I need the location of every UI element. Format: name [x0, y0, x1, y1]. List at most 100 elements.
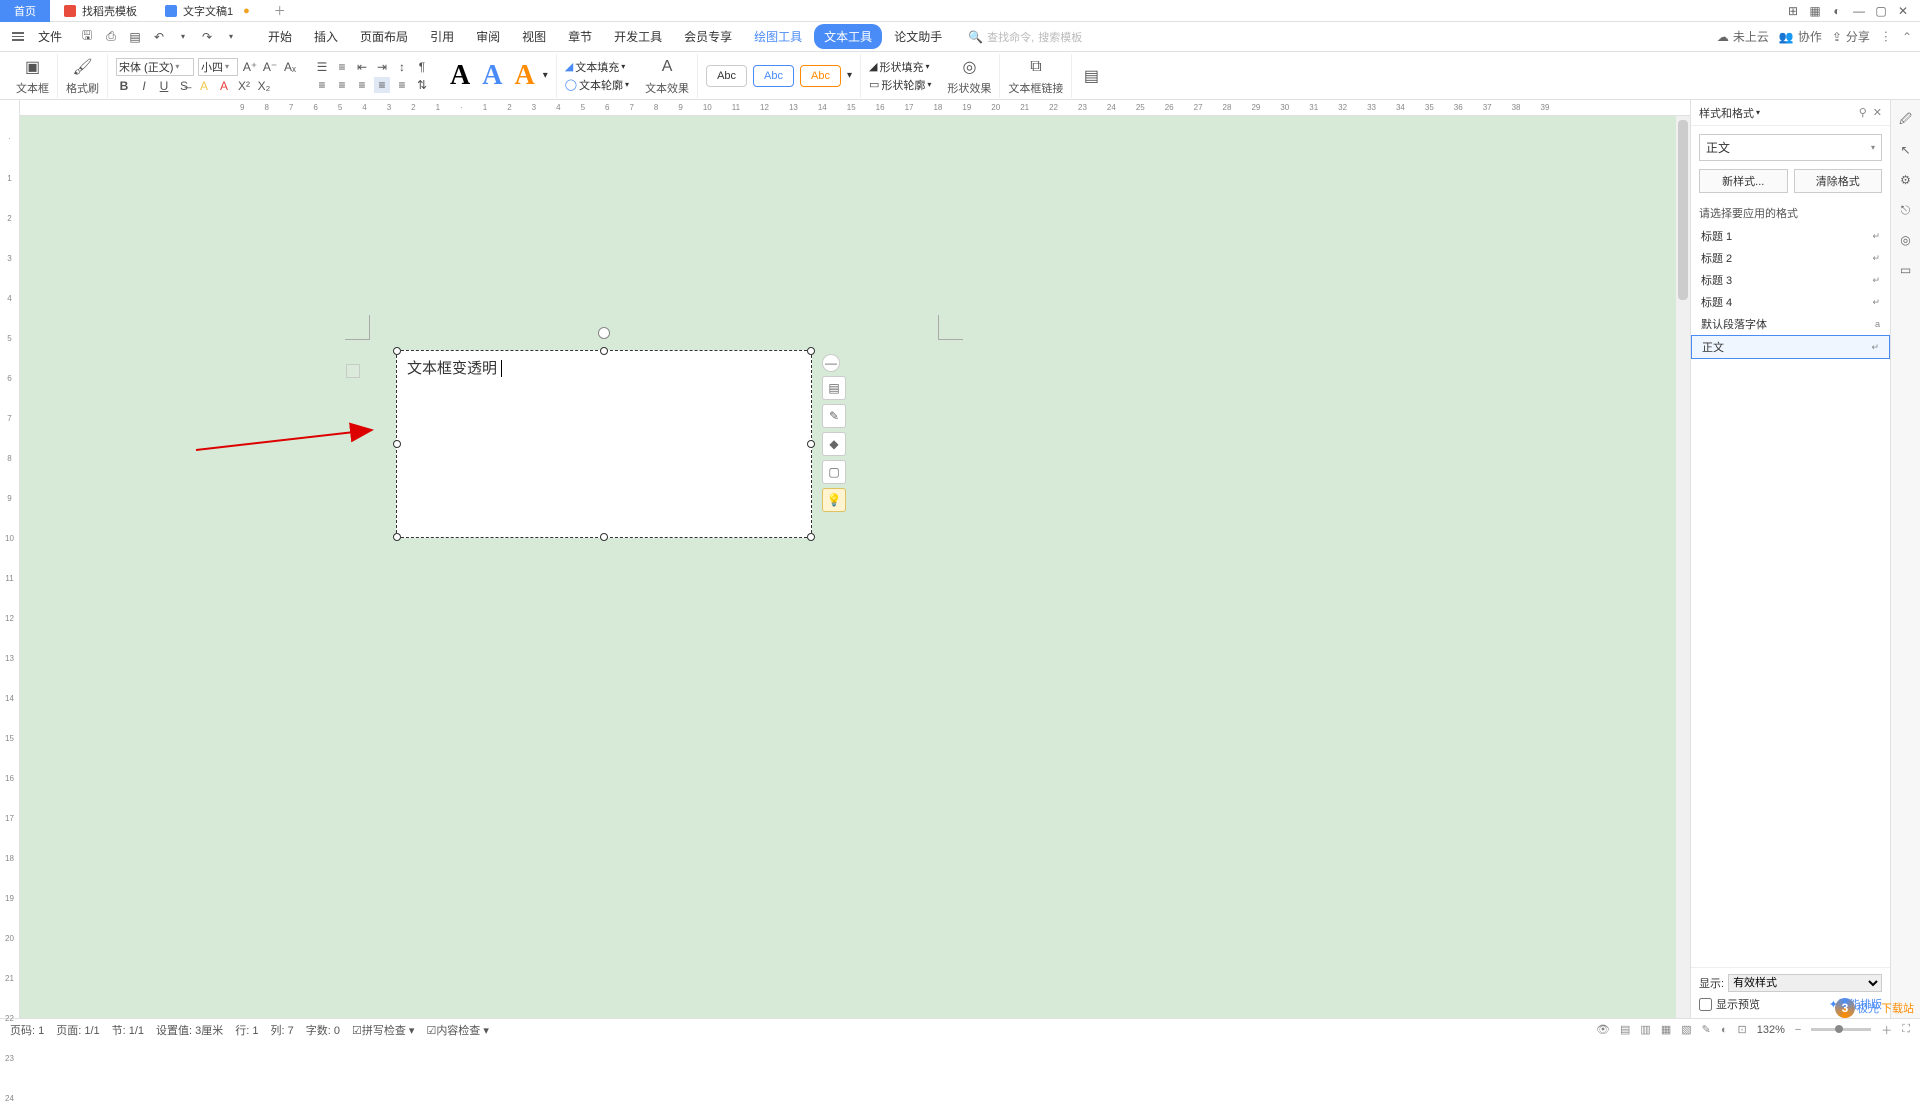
wordart-blue[interactable]: A	[478, 60, 506, 92]
sb-page[interactable]: 页面: 1/1	[56, 1022, 99, 1038]
align-center-icon[interactable]: ≡	[334, 77, 350, 93]
fr-target-icon[interactable]: ◎	[1896, 230, 1916, 250]
save-icon[interactable]: 🖫	[78, 28, 96, 46]
collapse-ribbon-icon[interactable]: ⌃	[1902, 30, 1912, 44]
float-idea-icon[interactable]: 💡	[822, 488, 846, 512]
handle-mr[interactable]	[807, 440, 815, 448]
spacing-icon[interactable]: ⇅	[414, 77, 430, 93]
tab-doc[interactable]: 文字文稿1●	[151, 0, 264, 22]
menu-view[interactable]: 视图	[512, 24, 556, 49]
close-button[interactable]: ✕	[1896, 4, 1910, 18]
redo-drop-icon[interactable]: ▾	[222, 28, 240, 46]
rp-style-h3[interactable]: 标题 3↵	[1691, 269, 1890, 291]
bold-icon[interactable]: B	[116, 78, 132, 94]
menu-insert[interactable]: 插入	[304, 24, 348, 49]
fr-pen-icon[interactable]: 🖉	[1896, 110, 1916, 130]
line-height-icon[interactable]: ↕	[394, 59, 410, 75]
rp-new-style[interactable]: 新样式...	[1699, 169, 1788, 193]
menu-chapter[interactable]: 章节	[558, 24, 602, 49]
fr-settings-icon[interactable]: ⚙	[1896, 170, 1916, 190]
text-outline-btn[interactable]: ◯文本轮廓▾	[565, 77, 629, 93]
sb-zoom[interactable]: 132%	[1757, 1024, 1785, 1036]
handle-tm[interactable]	[600, 347, 608, 355]
minimize-button[interactable]: —	[1852, 4, 1866, 18]
sb-outline-icon[interactable]: ▧	[1681, 1023, 1691, 1036]
sb-pen-icon[interactable]: ✎	[1702, 1023, 1711, 1036]
grid-icon[interactable]: ▦	[1808, 4, 1822, 18]
textbox-content[interactable]: 文本框变透明	[397, 351, 811, 384]
canvas[interactable]: 987654321 ·12345678 91011121314151617 18…	[20, 100, 1690, 1018]
sb-contrast-icon[interactable]: ◐	[1721, 1024, 1728, 1036]
sb-fit-icon[interactable]: ⊡	[1738, 1023, 1747, 1036]
handle-br[interactable]	[807, 533, 815, 541]
menu-ref[interactable]: 引用	[420, 24, 464, 49]
shape-outline-btn[interactable]: ▭形状轮廓▾	[869, 77, 931, 93]
handle-ml[interactable]	[393, 440, 401, 448]
print-icon[interactable]: ⎙	[102, 28, 120, 46]
handle-bm[interactable]	[600, 533, 608, 541]
undo-drop-icon[interactable]: ▾	[174, 28, 192, 46]
strike-icon[interactable]: S̶	[176, 78, 192, 94]
sb-spell[interactable]: ☑拼写检查 ▾	[352, 1022, 414, 1038]
float-border-icon[interactable]: ▢	[822, 460, 846, 484]
user-icon[interactable]: ◐	[1830, 4, 1844, 18]
rp-style-h2[interactable]: 标题 2↵	[1691, 247, 1890, 269]
clear-format-icon[interactable]: Aₓ	[282, 59, 298, 75]
text-fill-btn[interactable]: ◢文本填充▾	[565, 59, 625, 75]
ribbon-format-brush[interactable]: 🖌 格式刷	[58, 54, 108, 98]
menu-file[interactable]: 文件	[30, 28, 70, 45]
maximize-button[interactable]: ▢	[1874, 4, 1888, 18]
sb-web-icon[interactable]: ▦	[1661, 1023, 1671, 1036]
text-dir-icon[interactable]: ¶	[414, 59, 430, 75]
rp-current-style[interactable]: 正文▾	[1699, 134, 1882, 161]
textbox[interactable]: 文本框变透明	[396, 350, 812, 538]
ribbon-textbox-link[interactable]: ⧉ 文本框链接	[1000, 54, 1072, 98]
rp-pin-icon[interactable]: ⚲	[1859, 106, 1867, 119]
align-justify-icon[interactable]: ≡	[374, 77, 390, 93]
rp-style-default[interactable]: 默认段落字体a	[1691, 313, 1890, 335]
menu-thesis[interactable]: 论文助手	[884, 24, 952, 49]
tab-add[interactable]: ＋	[264, 2, 296, 19]
sb-pos[interactable]: 设置值: 3厘米	[156, 1022, 223, 1038]
align-dist-icon[interactable]: ≡	[394, 77, 410, 93]
scroll-thumb[interactable]	[1678, 120, 1688, 300]
menu-start[interactable]: 开始	[258, 24, 302, 49]
menu-vip[interactable]: 会员专享	[674, 24, 742, 49]
italic-icon[interactable]: I	[136, 78, 152, 94]
wordart-orange[interactable]: A	[510, 60, 538, 92]
menu-draw[interactable]: 绘图工具	[744, 24, 812, 49]
sb-section[interactable]: 节: 1/1	[112, 1022, 144, 1038]
sub-icon[interactable]: X₂	[256, 78, 272, 94]
vertical-scrollbar[interactable]	[1676, 116, 1690, 1018]
tab-template[interactable]: 找稻壳模板	[50, 0, 151, 22]
rp-style-h1[interactable]: 标题 1↵	[1691, 225, 1890, 247]
rp-close-icon[interactable]: ✕	[1873, 106, 1882, 119]
font-name-select[interactable]: 宋体 (正文)▾	[116, 58, 194, 76]
rp-clear[interactable]: 清除格式	[1794, 169, 1883, 193]
sb-content[interactable]: ☑内容检查 ▾	[426, 1022, 488, 1038]
sb-zoom-in-icon[interactable]: ＋	[1881, 1022, 1892, 1038]
wordart-more-icon[interactable]: ▾	[543, 70, 548, 81]
abc-more-icon[interactable]: ▾	[847, 70, 852, 81]
handle-tr[interactable]	[807, 347, 815, 355]
handle-bl[interactable]	[393, 533, 401, 541]
rp-preview-check[interactable]	[1699, 998, 1712, 1011]
coop-button[interactable]: 👥协作	[1779, 28, 1822, 45]
sb-eye-icon[interactable]: 👁	[1596, 1023, 1610, 1036]
rp-style-body[interactable]: 正文↵	[1691, 335, 1890, 359]
super-icon[interactable]: X²	[236, 78, 252, 94]
abc-style-3[interactable]: Abc	[800, 65, 841, 87]
bullet-icon[interactable]: ☰	[314, 59, 330, 75]
shrink-font-icon[interactable]: A⁻	[262, 59, 278, 75]
rp-show-select[interactable]: 有效样式	[1728, 974, 1882, 992]
indent-inc-icon[interactable]: ⇥	[374, 59, 390, 75]
number-icon[interactable]: ≡	[334, 59, 350, 75]
ribbon-extra[interactable]: ▤	[1072, 54, 1110, 98]
page-insert-icon[interactable]	[346, 364, 360, 378]
rotate-handle[interactable]	[598, 327, 610, 339]
align-left-icon[interactable]: ≡	[314, 77, 330, 93]
sb-page-icon[interactable]: ▥	[1640, 1023, 1650, 1036]
menu-more-icon[interactable]: ︙	[1880, 28, 1892, 45]
align-right-icon[interactable]: ≡	[354, 77, 370, 93]
fr-book-icon[interactable]: ▭	[1896, 260, 1916, 280]
